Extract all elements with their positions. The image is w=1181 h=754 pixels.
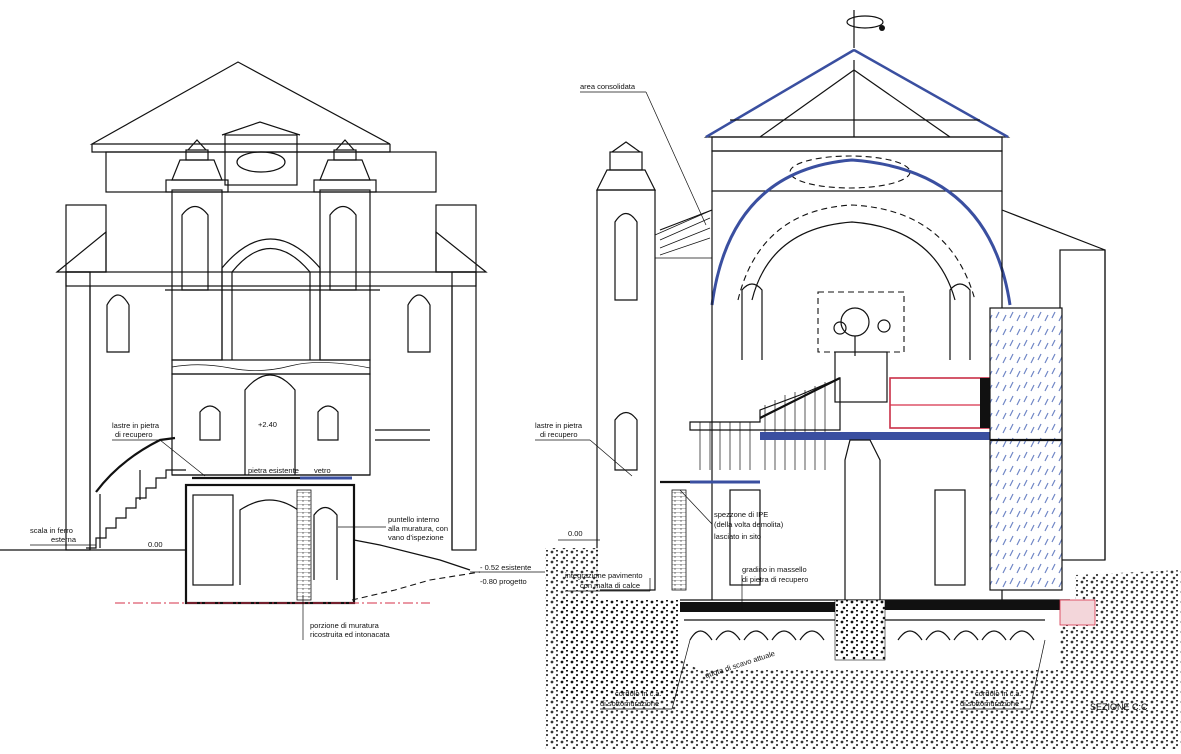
quota-esistente: - 0.52 esistente bbox=[480, 563, 531, 572]
porzione-label-line2: ricostruita ed intonacata bbox=[310, 630, 390, 639]
spezzone-line3: lasciato in sito bbox=[714, 532, 761, 541]
lastre-label-line2: di recupero bbox=[115, 430, 153, 439]
level-plus-240: +2.40 bbox=[258, 420, 277, 429]
cordolo-right-line1: cordolo in c.a. bbox=[975, 689, 1022, 698]
gradino-line1: gradino in massello bbox=[742, 565, 807, 574]
gradino-line2: di pietra di recupero bbox=[742, 575, 808, 584]
cordolo-right-line2: di sottomurazione bbox=[960, 699, 1019, 708]
cordolo-left-line2: di sottomurazione bbox=[600, 699, 659, 708]
porzione-label-line1: porzione di muratura bbox=[310, 621, 380, 630]
puntello-label-line2: alla muratura, con bbox=[388, 524, 448, 533]
right-level-000: 0.00 bbox=[568, 529, 583, 538]
right-lastre-line1: lastre in pietra bbox=[535, 421, 583, 430]
puntello-label-line3: vano d'ispezione bbox=[388, 533, 444, 542]
integrazione-line2: con malta di calce bbox=[580, 581, 640, 590]
vetro-label: vetro bbox=[314, 466, 331, 475]
area-consolidata-label: area consolidata bbox=[580, 82, 636, 91]
puntello-label-line1: puntello interno bbox=[388, 515, 439, 524]
spezzone-line1: spezzone di IPE bbox=[714, 510, 768, 519]
left-labels: lastre in pietra di recupero scala in fe… bbox=[30, 421, 545, 640]
section-title: SEZIONE C:C bbox=[1090, 702, 1148, 712]
right-lastre-line2: di recupero bbox=[540, 430, 578, 439]
integrazione-line1: integrazione pavimento bbox=[565, 571, 643, 580]
left-level-000: 0.00 bbox=[148, 540, 163, 549]
lastre-label-line1: lastre in pietra bbox=[112, 421, 160, 430]
scala-label-line2: esterna bbox=[51, 535, 77, 544]
right-section bbox=[545, 10, 1181, 749]
cordolo-left-line1: cordolo in c.a. bbox=[615, 689, 662, 698]
pietra-esistente-label: pietra esistente bbox=[248, 466, 299, 475]
architectural-section-drawing: +2.40 pietra esistente vetro lastre in p… bbox=[0, 0, 1181, 749]
spezzone-line2: (della volta demolita) bbox=[714, 520, 784, 529]
scala-label-line1: scala in ferro bbox=[30, 526, 73, 535]
quota-progetto: -0.80 progetto bbox=[480, 577, 527, 586]
